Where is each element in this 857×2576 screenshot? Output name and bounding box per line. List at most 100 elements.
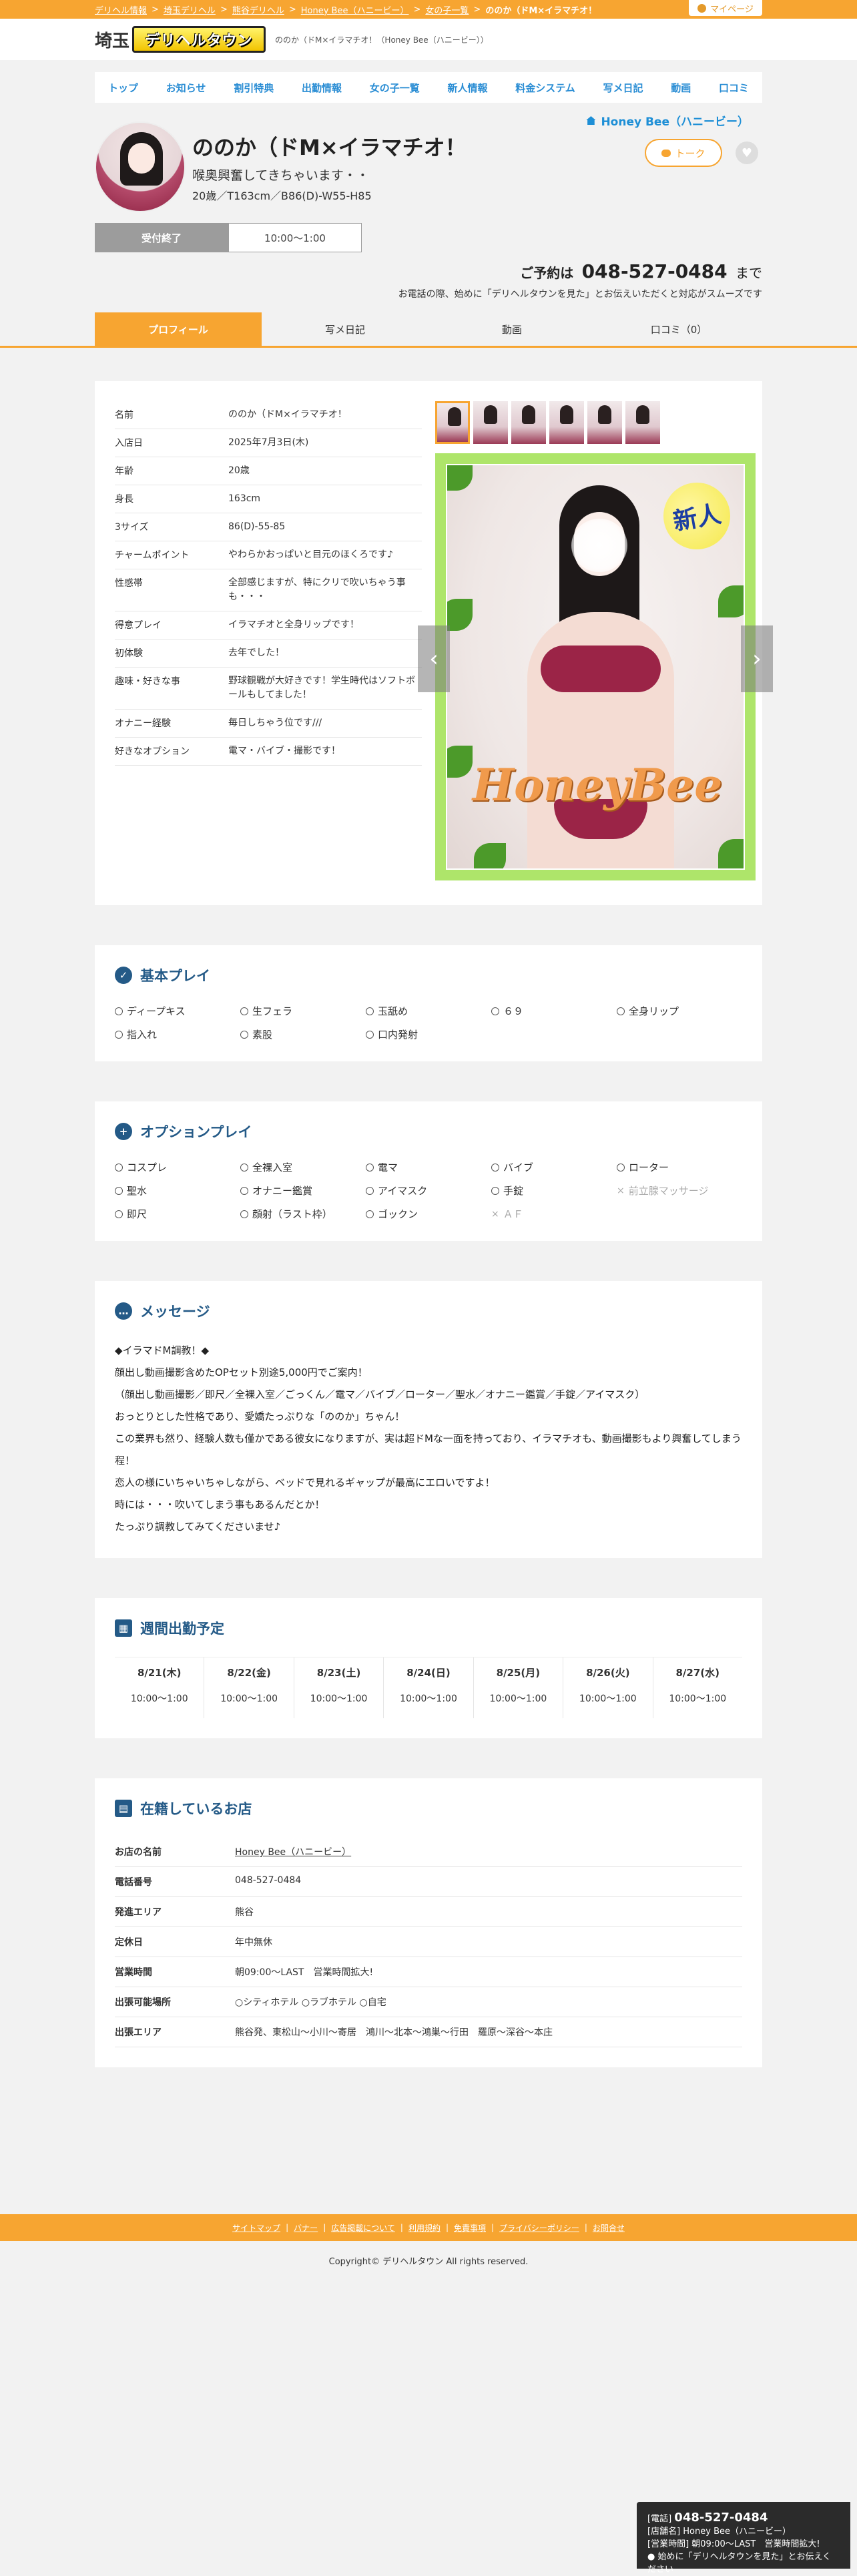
circle-icon: [366, 1163, 374, 1172]
nav-item-girls[interactable]: 女の子一覧: [370, 81, 420, 95]
circle-icon: [617, 1163, 625, 1172]
circle-icon: [366, 1007, 374, 1015]
photo-watermark-logo: HoneyBee: [472, 759, 723, 811]
play-item: 顔射（ラスト枠）: [240, 1207, 366, 1221]
play-item: オナニー鑑賞: [240, 1184, 366, 1198]
tab-video[interactable]: 動画: [429, 312, 595, 346]
girl-spec: 20歳／T163cm／B86(D)-W55-H85: [192, 190, 372, 202]
photo-thumbnail[interactable]: [511, 401, 546, 444]
talk-label: トーク: [675, 147, 705, 160]
reserve-line: ご予約は 048-527-0484 まで: [520, 260, 762, 282]
next-photo-button[interactable]: ›: [741, 625, 773, 692]
reserve-phone-link[interactable]: 048-527-0484: [582, 260, 728, 282]
plus-icon: +: [115, 1123, 132, 1140]
nav-item-price[interactable]: 料金システム: [515, 81, 575, 95]
play-item: 聖水: [115, 1184, 240, 1198]
section-title: ▦ 週間出勤予定: [115, 1618, 742, 1638]
nav-item-diary[interactable]: 写メ日記: [603, 81, 643, 95]
float-tel[interactable]: 048-527-0484: [674, 2511, 768, 2525]
message-line: 時には・・・吹いてしまう事もあるんだとか！: [115, 1499, 325, 1511]
home-icon: [586, 116, 596, 125]
breadcrumb-link[interactable]: 熊谷デリヘル: [232, 3, 284, 16]
heart-icon: ♥: [741, 146, 753, 160]
site-header: 埼玉 デリヘルタウン ののか（ドM×イラマチオ！（Honey Bee（ハニービー…: [0, 19, 857, 60]
table-row: お店の名前 Honey Bee（ハニービー）: [115, 1837, 742, 1867]
schedule-table: 8/21(木) 10:00〜1:00 8/22(金) 10:00〜1:00 8/23…: [115, 1657, 742, 1718]
message-line: （顔出し動画撮影／即尺／全裸入室／ごっくん／電マ／バイブ／ローター／聖水／オナニ…: [115, 1388, 645, 1400]
footer-link-contact[interactable]: お問合せ: [593, 2222, 625, 2234]
footer-link-disclaimer[interactable]: 免責事項: [454, 2222, 486, 2234]
circle-icon: [240, 1030, 248, 1039]
profile-card: 名前 ののか（ドM×イラマチオ！ 入店日 2025年7月3日(木) 年齢 20歳 身長…: [95, 381, 773, 905]
message-line: 恋人の様にいちゃいちゃしながら、ベッドで見れるギャップが最高にエロいですよ！: [115, 1477, 495, 1489]
circle-icon: [366, 1186, 374, 1195]
circle-icon: [366, 1210, 374, 1218]
footer-links: サイトマップ | バナー | 広告掲載について | 利用規約 | 免責事項 | プライバシ…: [0, 2214, 857, 2241]
photo-thumbnails: [435, 401, 663, 444]
option-play-list: コスプレ 全裸入室 電マ バイブ ローター 聖水 オナニー鑑賞 アイマスク 手錠 × 前立腺マッサー…: [115, 1160, 742, 1221]
photo-thumbnail[interactable]: [473, 401, 508, 444]
photo-thumbnail[interactable]: [549, 401, 584, 444]
shop-name-link[interactable]: Honey Bee（ハニービー）: [235, 1845, 351, 1858]
talk-button[interactable]: トーク: [645, 139, 722, 167]
floating-phone-box[interactable]: [電話] 048-527-0484 [店舗名] Honey Bee（ハニービー）…: [637, 2502, 850, 2575]
reserve-label: ご予約は: [520, 265, 574, 281]
nav-item-video[interactable]: 動画: [671, 81, 691, 95]
site-logo[interactable]: デリヘルタウン: [132, 26, 266, 53]
play-item: 口内発射: [366, 1027, 491, 1041]
breadcrumb-link[interactable]: Honey Bee（ハニービー）: [301, 3, 409, 16]
table-row: 3サイズ 86(D)-55-85: [115, 513, 422, 541]
table-row: 性感帯 全部感じますが、特にクリで吹いちゃう事も・・・: [115, 569, 422, 611]
nav-item-newcomers[interactable]: 新人情報: [447, 81, 487, 95]
mypage-label: マイページ: [710, 4, 754, 15]
breadcrumb: デリヘル情報 > 埼玉デリヘル > 熊谷デリヘル > Honey Bee（ハニービー）…: [95, 3, 597, 16]
footer-link-terms[interactable]: 利用規約: [408, 2222, 441, 2234]
table-row: 得意プレイ イラマチオと全身リップです！: [115, 611, 422, 639]
shop-card: ▤ 在籍しているお店 お店の名前 Honey Bee（ハニービー） 電話番号 048…: [95, 1778, 762, 2067]
nav-item-discount[interactable]: 割引特典: [234, 81, 274, 95]
photo-thumbnail[interactable]: [587, 401, 622, 444]
status-hours: 10:00〜1:00: [228, 223, 362, 252]
schedule-day: 8/22(金) 10:00〜1:00: [204, 1657, 294, 1718]
breadcrumb-link[interactable]: 女の子一覧: [425, 3, 469, 16]
mypage-button[interactable]: マイページ: [689, 0, 762, 16]
play-item: × ＡＦ: [491, 1208, 523, 1220]
play-item: 全身リップ: [617, 1004, 742, 1018]
message-line: たっぷり調教してみてくださいませ♪: [115, 1521, 281, 1533]
table-row: 趣味・好きな事 野球観戦が大好きです！学生時代はソフトボールもしてました！: [115, 668, 422, 710]
tab-profile[interactable]: プロフィール: [95, 312, 262, 346]
favorite-button[interactable]: ♥: [736, 142, 758, 164]
table-row: 定休日 年中無休: [115, 1927, 742, 1957]
play-item: ローター: [617, 1160, 742, 1174]
photo-thumbnail[interactable]: [435, 401, 470, 444]
table-row: 営業時間 朝09:00〜LAST 営業時間拡大!: [115, 1957, 742, 1987]
footer-link-privacy[interactable]: プライバシーポリシー: [499, 2222, 579, 2234]
circle-icon: [115, 1030, 123, 1039]
table-row: 入店日 2025年7月3日(木): [115, 429, 422, 457]
basic-play-list: ディープキス 生フェラ 玉舐め ６９ 全身リップ 指入れ 素股 口内発射: [115, 1004, 742, 1041]
table-row: 発進エリア 熊谷: [115, 1897, 742, 1927]
footer-link-ads[interactable]: 広告掲載について: [331, 2222, 395, 2234]
nav-item-news[interactable]: お知らせ: [166, 81, 206, 95]
tab-reviews[interactable]: 口コミ（0）: [595, 312, 762, 346]
footer-link-sitemap[interactable]: サイトマップ: [232, 2222, 280, 2234]
reception-status: 受付終了 10:00〜1:00: [95, 223, 362, 252]
girl-name: ののか（ドM×イラマチオ！: [192, 135, 467, 160]
breadcrumb-link[interactable]: デリヘル情報: [95, 3, 147, 16]
footer-link-banner[interactable]: バナー: [294, 2222, 318, 2234]
circle-icon: [115, 1186, 123, 1195]
header-tagline: ののか（ドM×イラマチオ！（Honey Bee（ハニービー））: [275, 35, 489, 45]
shop-link[interactable]: Honey Bee（ハニービー）: [586, 112, 749, 129]
circle-icon: [240, 1007, 248, 1015]
circle-icon: [115, 1210, 123, 1218]
circle-icon: [491, 1186, 499, 1195]
nav-item-top[interactable]: トップ: [108, 81, 138, 95]
nav-item-reviews[interactable]: 口コミ: [719, 81, 749, 95]
option-play-card: + オプションプレイ コスプレ 全裸入室 電マ バイブ ローター 聖水 オナニー鑑賞 アイマス…: [95, 1101, 762, 1241]
nav-item-schedule[interactable]: 出勤情報: [302, 81, 342, 95]
prev-photo-button[interactable]: ‹: [418, 625, 450, 692]
schedule-card: ▦ 週間出勤予定 8/21(木) 10:00〜1:00 8/22(金) 10:00〜…: [95, 1598, 762, 1738]
tab-diary[interactable]: 写メ日記: [262, 312, 429, 346]
photo-thumbnail[interactable]: [625, 401, 660, 444]
breadcrumb-link[interactable]: 埼玉デリヘル: [164, 3, 216, 16]
